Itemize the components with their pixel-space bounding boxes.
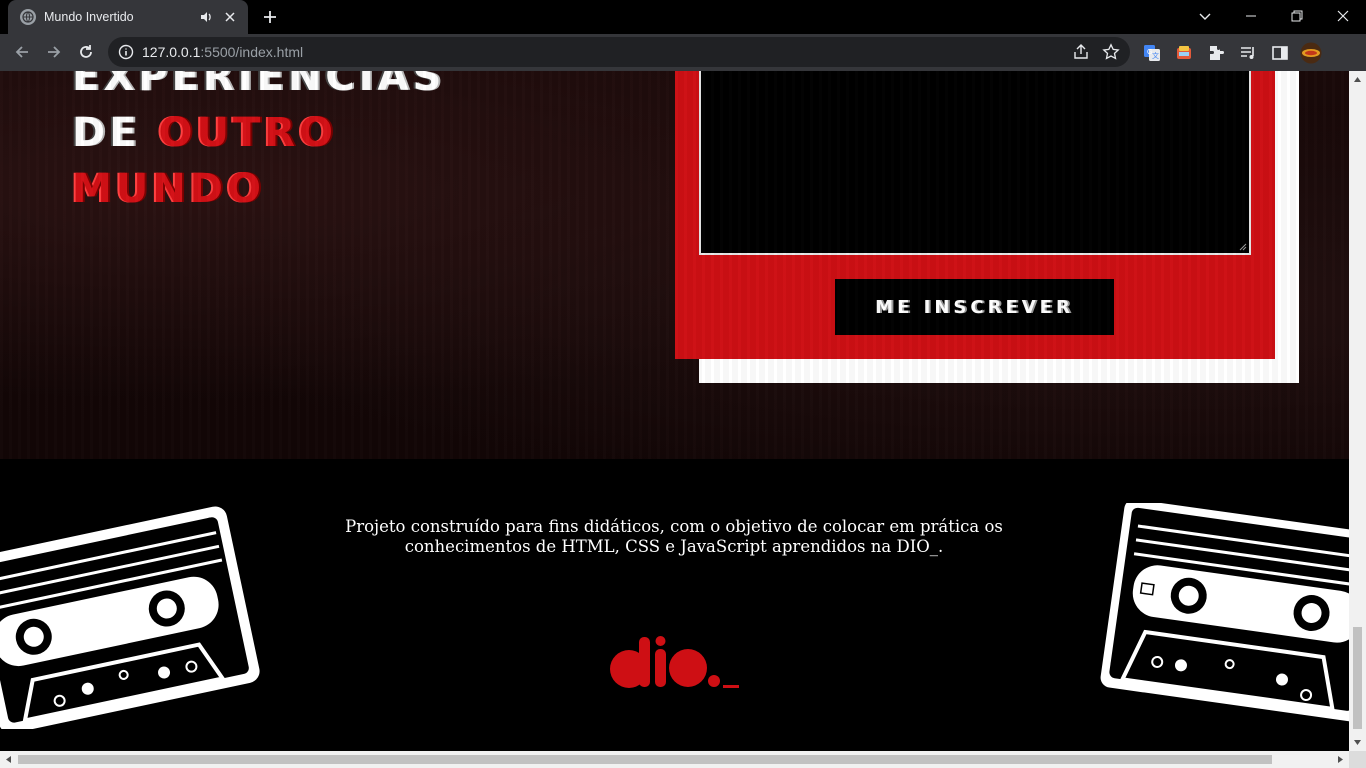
cassette-tape-left-icon bbox=[0, 506, 260, 729]
horizontal-scroll-thumb[interactable] bbox=[18, 755, 1272, 764]
url-host: 127.0.0.1 bbox=[142, 44, 201, 60]
share-icon[interactable] bbox=[1072, 43, 1090, 61]
translate-icon[interactable]: G文 bbox=[1141, 42, 1163, 64]
tab-title: Mundo Invertido bbox=[44, 10, 134, 24]
info-icon[interactable] bbox=[118, 44, 134, 60]
signup-section: EXPERIÊNCIAS DE OUTRO MUNDO ME INSCREVER bbox=[0, 71, 1349, 459]
footer-text-line-1: Projeto construído para fins didáticos, … bbox=[345, 517, 1003, 536]
close-icon bbox=[1337, 10, 1349, 22]
back-button[interactable] bbox=[8, 38, 36, 66]
back-icon bbox=[15, 46, 28, 58]
headline-line-1: EXPERIÊNCIAS bbox=[72, 71, 445, 105]
page-footer: Projeto construído para fins didáticos, … bbox=[0, 459, 1349, 751]
scrollbar-corner bbox=[1349, 751, 1366, 768]
profile-icon[interactable] bbox=[1300, 42, 1322, 64]
headline-line-2: DE OUTRO bbox=[72, 105, 445, 161]
vertical-scroll-thumb[interactable] bbox=[1353, 627, 1362, 729]
sidepanel-icon[interactable] bbox=[1269, 42, 1291, 64]
scroll-down-arrow-icon[interactable] bbox=[1353, 738, 1362, 747]
subscribe-button[interactable]: ME INSCREVER bbox=[835, 279, 1114, 335]
extension-icon[interactable] bbox=[1173, 42, 1195, 64]
tab-strip: Mundo Invertido bbox=[0, 0, 1366, 34]
scroll-right-arrow-icon[interactable] bbox=[1336, 755, 1345, 764]
form-shadow-box bbox=[699, 71, 1299, 383]
plus-icon bbox=[264, 11, 276, 23]
svg-text:文: 文 bbox=[1152, 51, 1159, 60]
minimize-button[interactable] bbox=[1228, 0, 1274, 32]
restore-button[interactable] bbox=[1274, 0, 1320, 32]
puzzle-icon[interactable] bbox=[1205, 42, 1227, 64]
new-tab-button[interactable] bbox=[258, 6, 282, 28]
headline-word-outro: OUTRO bbox=[158, 110, 338, 156]
resize-grip-icon[interactable] bbox=[1239, 243, 1247, 251]
address-bar[interactable]: 127.0.0.1:5500/index.html bbox=[108, 37, 1130, 67]
cassette-tape-right-icon bbox=[1100, 503, 1349, 722]
tab-active[interactable]: Mundo Invertido bbox=[8, 0, 248, 34]
minimize-icon bbox=[1246, 15, 1256, 17]
horizontal-scrollbar[interactable] bbox=[0, 751, 1349, 768]
headline-word-mundo: MUNDO bbox=[72, 166, 265, 212]
vertical-scrollbar[interactable] bbox=[1349, 71, 1366, 751]
forward-button[interactable] bbox=[40, 38, 68, 66]
url-path: :5500/index.html bbox=[200, 44, 304, 60]
dio-logo bbox=[610, 636, 739, 688]
close-window-button[interactable] bbox=[1320, 0, 1366, 32]
globe-icon bbox=[20, 9, 36, 25]
tab-search-button[interactable] bbox=[1192, 4, 1218, 28]
reload-icon bbox=[80, 45, 92, 58]
scroll-left-arrow-icon[interactable] bbox=[4, 755, 13, 764]
close-icon[interactable] bbox=[222, 9, 238, 25]
url-text[interactable]: 127.0.0.1:5500/index.html bbox=[142, 44, 303, 60]
speaker-icon[interactable] bbox=[198, 9, 214, 25]
browser-toolbar: 127.0.0.1:5500/index.html G文 bbox=[0, 34, 1366, 71]
headline-word-de: DE bbox=[72, 110, 141, 156]
page-viewport: EXPERIÊNCIAS DE OUTRO MUNDO ME INSCREVER bbox=[0, 71, 1349, 751]
restore-icon bbox=[1291, 10, 1303, 22]
headline-line-3: MUNDO bbox=[72, 161, 445, 217]
message-textarea[interactable] bbox=[699, 71, 1251, 255]
reload-button[interactable] bbox=[72, 38, 100, 66]
signup-form: ME INSCREVER bbox=[675, 71, 1275, 359]
forward-icon bbox=[48, 46, 61, 58]
headline-word-experiencias: EXPERIÊNCIAS bbox=[72, 71, 446, 100]
footer-description: Projeto construído para fins didáticos, … bbox=[320, 517, 1028, 557]
chevron-down-icon bbox=[1199, 13, 1211, 20]
media-icon[interactable] bbox=[1237, 42, 1259, 64]
hero-headline: EXPERIÊNCIAS DE OUTRO MUNDO bbox=[72, 71, 445, 217]
star-icon[interactable] bbox=[1102, 43, 1120, 61]
footer-text-line-2: conhecimentos de HTML, CSS e JavaScript … bbox=[404, 537, 944, 556]
scroll-up-arrow-icon[interactable] bbox=[1353, 75, 1362, 84]
